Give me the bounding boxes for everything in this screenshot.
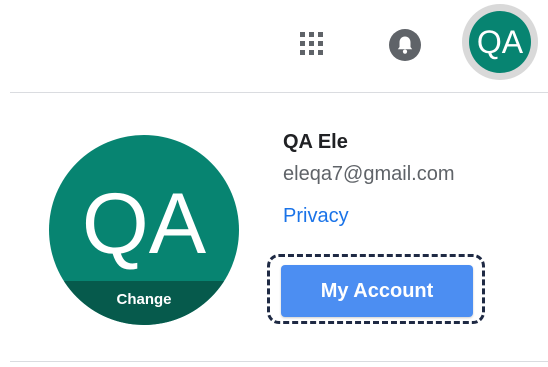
notifications-button[interactable]	[383, 23, 427, 67]
user-email: eleqa7@gmail.com	[283, 163, 455, 185]
top-bar: QA	[0, 0, 548, 88]
apps-grid-icon	[300, 32, 323, 55]
top-divider	[10, 92, 548, 93]
user-name: QA Ele	[283, 131, 348, 153]
privacy-link[interactable]: Privacy	[283, 204, 349, 228]
my-account-button[interactable]: My Account	[281, 265, 473, 317]
change-photo-label: Change	[116, 291, 172, 308]
bottom-divider	[10, 361, 548, 362]
apps-button[interactable]	[290, 26, 334, 62]
profile-avatar[interactable]: QA Change	[49, 135, 239, 325]
profile-avatar-initials: QA	[81, 176, 207, 272]
bell-icon	[389, 29, 421, 61]
account-avatar-button[interactable]: QA	[462, 4, 538, 80]
avatar: QA	[469, 11, 531, 73]
